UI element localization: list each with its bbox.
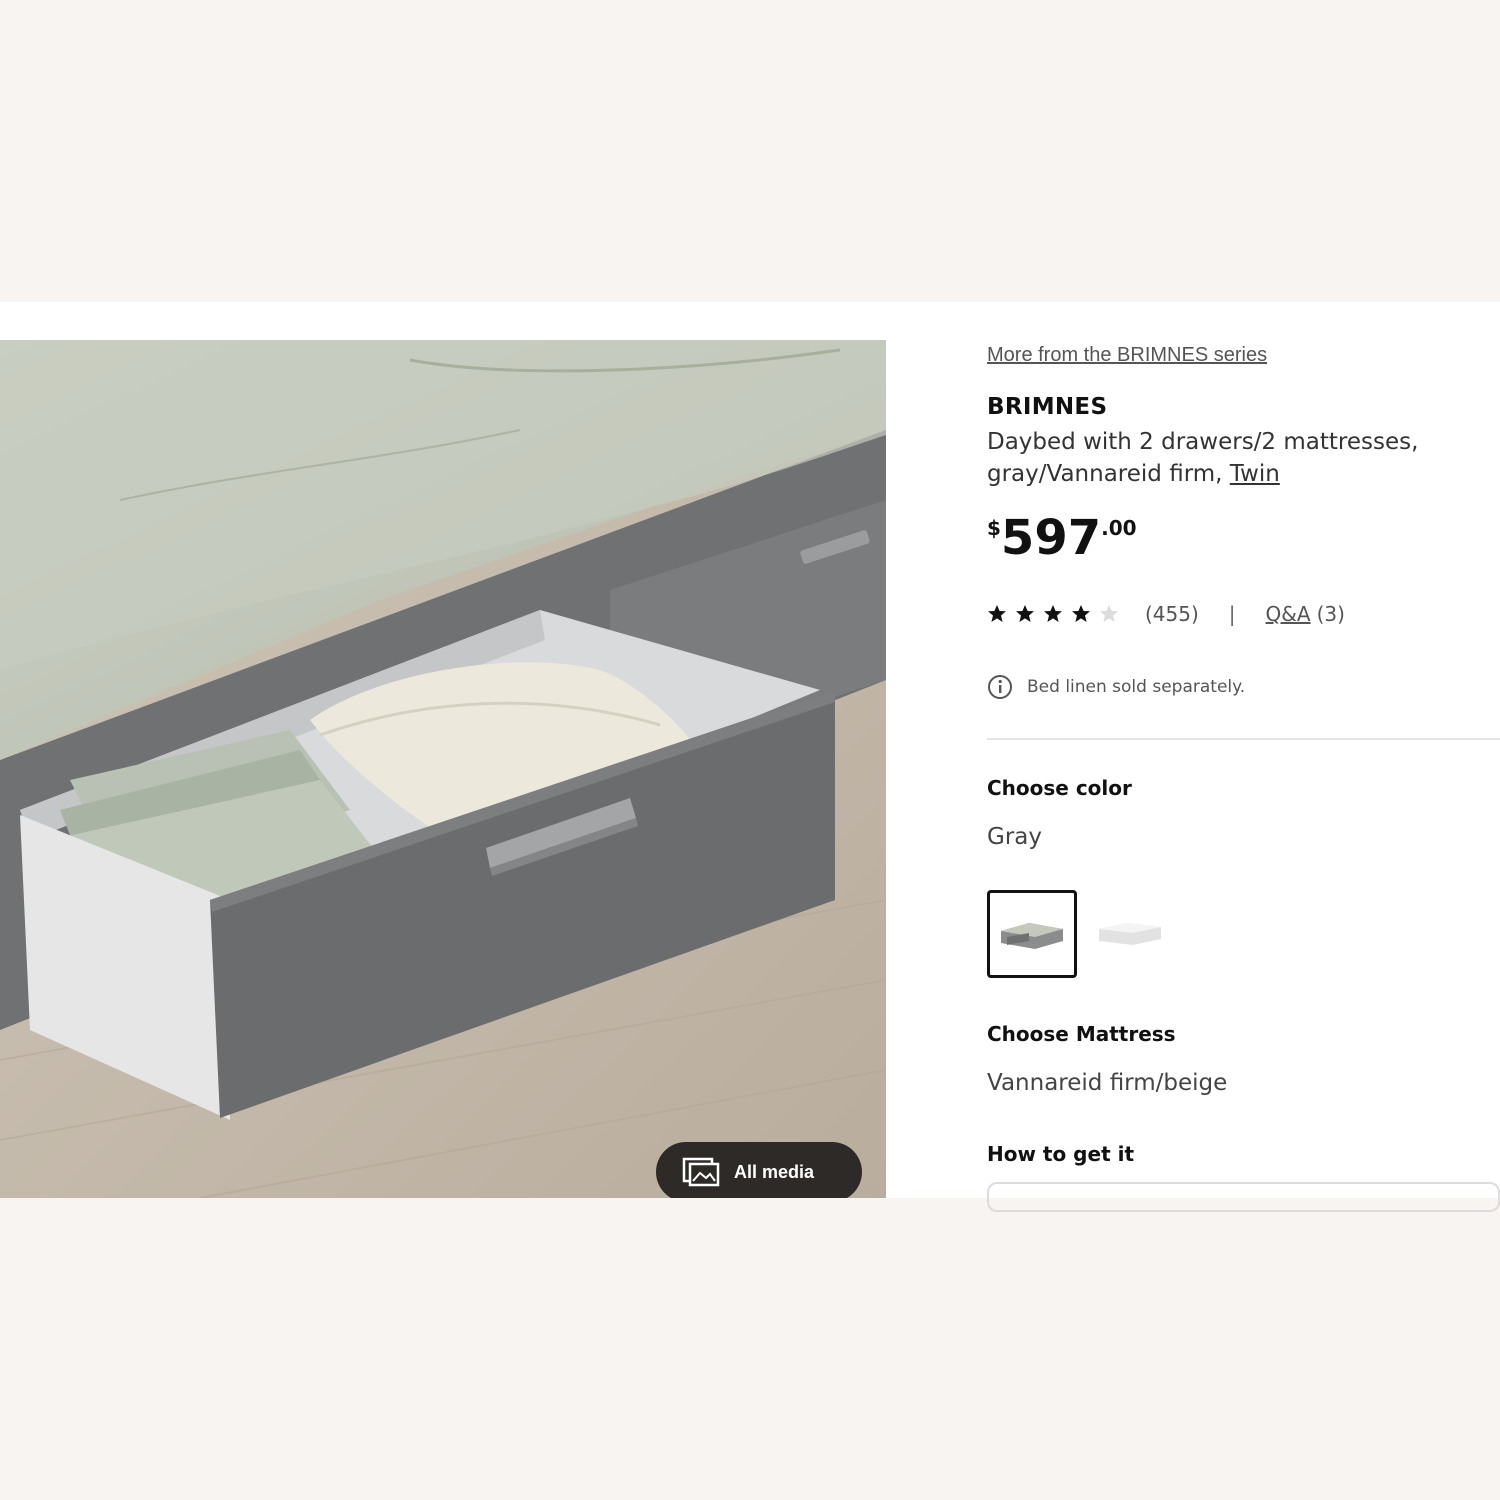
selected-color: Gray bbox=[987, 824, 1042, 850]
qa-count: (3) bbox=[1316, 602, 1345, 626]
separator: | bbox=[1228, 602, 1236, 626]
star-empty-icon bbox=[1100, 605, 1118, 622]
all-media-label: All media bbox=[734, 1161, 815, 1182]
product-description: Daybed with 2 drawers/2 mattresses, gray… bbox=[987, 426, 1487, 490]
product-description-text: Daybed with 2 drawers/2 mattresses, gray… bbox=[987, 429, 1419, 487]
star-filled-icon bbox=[1044, 605, 1062, 622]
review-count[interactable]: (455) bbox=[1145, 602, 1199, 626]
star-filled-icon bbox=[1016, 605, 1034, 622]
delivery-options-box[interactable] bbox=[987, 1182, 1500, 1212]
all-media-button[interactable]: All media bbox=[656, 1142, 862, 1198]
qa-link[interactable]: Q&A bbox=[1266, 602, 1311, 626]
image-gallery-icon bbox=[682, 1157, 720, 1187]
rating-row: (455) | Q&A (3) bbox=[987, 602, 1345, 626]
star-filled-icon bbox=[988, 605, 1006, 622]
how-to-get-it-label: How to get it bbox=[987, 1142, 1135, 1166]
series-link[interactable]: More from the BRIMNES series bbox=[987, 344, 1267, 367]
choose-mattress-label: Choose Mattress bbox=[987, 1022, 1176, 1046]
price-currency: $ bbox=[987, 516, 1001, 540]
product-image[interactable]: All media bbox=[0, 340, 886, 1198]
linen-note: Bed linen sold separately. bbox=[987, 674, 1245, 700]
star-filled-icon bbox=[1072, 605, 1090, 622]
daybed-drawer-photo bbox=[0, 340, 886, 1198]
white-daybed-thumbnail bbox=[1099, 923, 1161, 945]
star-rating[interactable] bbox=[987, 604, 1119, 624]
divider bbox=[987, 738, 1500, 740]
info-icon bbox=[988, 675, 1012, 699]
size-link[interactable]: Twin bbox=[1230, 461, 1280, 487]
selected-mattress: Vannareid firm/beige bbox=[987, 1070, 1228, 1096]
linen-note-text: Bed linen sold separately. bbox=[1027, 677, 1246, 697]
product-page: All media More from the BRIMNES series B… bbox=[0, 302, 1500, 1212]
price-integer: 597 bbox=[1000, 510, 1102, 566]
price-decimal: .00 bbox=[1101, 516, 1137, 540]
product-name: BRIMNES bbox=[987, 394, 1108, 420]
product-price: $ 597 .00 bbox=[987, 510, 1137, 566]
gray-daybed-thumbnail bbox=[1001, 923, 1063, 949]
choose-color-label: Choose color bbox=[987, 776, 1132, 800]
color-swatch-gray[interactable] bbox=[987, 890, 1077, 978]
product-info-panel: More from the BRIMNES series BRIMNES Day… bbox=[987, 302, 1500, 1212]
color-swatch-white[interactable] bbox=[1093, 902, 1167, 966]
